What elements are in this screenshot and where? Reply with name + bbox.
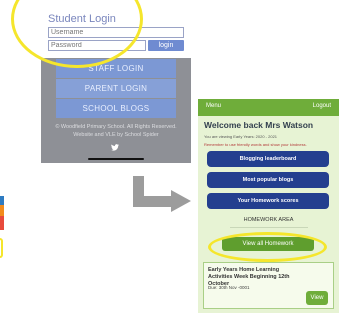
cropped-fragment bbox=[0, 216, 4, 230]
login-screen: Student Login login STAFF LOGIN PARENT L… bbox=[41, 0, 191, 163]
login-panel: Student Login login bbox=[41, 0, 191, 58]
school-blogs-button[interactable]: SCHOOL BLOGS bbox=[56, 99, 176, 118]
viewing-text: You are viewing Early Years: 2020 - 2021 bbox=[204, 134, 278, 139]
cropped-fragment bbox=[0, 196, 4, 205]
home-indicator bbox=[88, 158, 144, 160]
dashboard-screen: Menu Logout Welcome back Mrs Watson You … bbox=[198, 99, 339, 313]
view-homework-button[interactable]: View bbox=[306, 291, 328, 305]
divider bbox=[230, 227, 308, 228]
homework-due-date: Due: 30th Nov -0001 bbox=[208, 285, 250, 290]
login-title: Student Login bbox=[48, 13, 116, 25]
view-all-homework-button[interactable]: View all Homework bbox=[222, 237, 314, 251]
twitter-icon[interactable] bbox=[111, 144, 119, 153]
homework-scores-button[interactable]: Your Homework scores bbox=[207, 193, 329, 209]
homework-card: Early Years Home Learning Activities Wee… bbox=[203, 262, 334, 309]
cropped-fragment bbox=[0, 205, 4, 216]
login-menu: STAFF LOGIN PARENT LOGIN SCHOOL BLOGS © … bbox=[41, 58, 191, 163]
login-button[interactable]: login bbox=[148, 40, 184, 51]
footer-copyright: © Woodfield Primary School. All Rights R… bbox=[55, 124, 177, 138]
homework-area-heading: HOMEWORK AREA bbox=[243, 217, 294, 223]
blogging-leaderboard-button[interactable]: Blogging leaderboard bbox=[207, 151, 329, 167]
logout-link[interactable]: Logout bbox=[313, 103, 331, 109]
most-popular-blogs-button[interactable]: Most popular blogs bbox=[207, 172, 329, 188]
staff-login-button[interactable]: STAFF LOGIN bbox=[56, 59, 176, 78]
parent-login-button[interactable]: PARENT LOGIN bbox=[56, 79, 176, 98]
username-input[interactable] bbox=[48, 27, 184, 38]
menu-link[interactable]: Menu bbox=[206, 103, 221, 109]
welcome-heading: Welcome back Mrs Watson bbox=[204, 120, 314, 130]
cropped-highlight bbox=[0, 238, 3, 258]
reminder-text: Remember to use friendly words and show … bbox=[204, 142, 307, 147]
password-input[interactable] bbox=[48, 40, 146, 51]
top-bar: Menu Logout bbox=[198, 99, 339, 116]
